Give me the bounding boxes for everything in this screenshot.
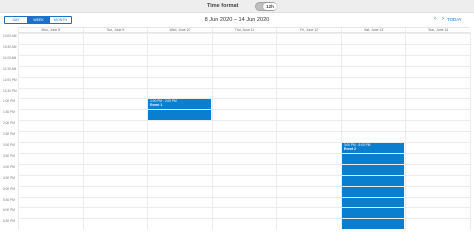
time-slot-label: 3:30 PM	[3, 153, 15, 158]
day-column-divider	[470, 33, 471, 230]
slot-gridline	[18, 76, 470, 78]
time-format-toggle[interactable]: 12h	[255, 2, 277, 11]
slot-gridline	[18, 174, 470, 176]
week-calendar: Mon, June 8 Tue, June 9 Wed, June 10 Thu…	[0, 27, 474, 230]
slot-gridline	[18, 196, 470, 198]
slot-gridline	[18, 33, 470, 34]
chevron-right-icon[interactable]: ›	[442, 16, 444, 23]
day-header: Tue, June 9	[82, 28, 148, 32]
today-button[interactable]: TODAY	[447, 16, 462, 23]
slot-gridline	[18, 152, 470, 154]
time-slot-label: 5:00 PM	[3, 186, 15, 191]
slot-gridline	[18, 207, 470, 209]
time-gutter: 10:00 AM 10:30 AM 11:00 AM 11:30 AM 12:00 PM…	[0, 33, 18, 230]
event-title: Event 2	[343, 147, 356, 151]
day-column-divider	[211, 33, 213, 230]
time-slot-label: 1:30 PM	[3, 110, 15, 115]
slot-gridline	[18, 218, 470, 220]
time-format-label: Time format	[207, 3, 239, 9]
time-slot-label: 12:30 PM	[3, 88, 17, 93]
time-grid[interactable]: 10:00 AM 10:30 AM 11:00 AM 11:30 AM 12:00 PM…	[0, 33, 474, 230]
time-slot-label: 1:00 PM	[3, 99, 15, 104]
time-format-toggle-knob: 12h	[263, 3, 277, 10]
day-header: Thu, June 11	[211, 28, 277, 32]
day-header: Sat, June 13	[340, 28, 406, 32]
view-week-button[interactable]: WEEK	[27, 17, 49, 23]
time-slot-label: 6:00 PM	[3, 208, 15, 213]
slot-gridline	[18, 185, 470, 187]
day-column-divider	[147, 33, 149, 230]
time-slot-label: 4:30 PM	[3, 175, 15, 180]
time-slot-label: 11:00 AM	[3, 55, 17, 60]
day-header: Sun, June 14	[405, 28, 470, 32]
slot-gridline	[18, 43, 470, 45]
slot-gridline	[18, 142, 470, 143]
time-slot-label: 5:30 PM	[3, 197, 15, 202]
view-switcher: DAY WEEK MONTH	[4, 16, 72, 24]
day-header: Fri, June 12	[276, 28, 341, 32]
time-slot-label: 2:30 PM	[3, 132, 15, 137]
day-column-divider	[18, 33, 19, 230]
time-slot-label: 12:00 PM	[3, 77, 17, 82]
slot-gridline	[18, 98, 470, 100]
time-slot-label: 11:30 AM	[3, 66, 17, 71]
time-slot-label: 4:00 PM	[3, 164, 15, 169]
top-bar: Time format 12h	[0, 0, 474, 13]
day-column-divider	[82, 33, 84, 230]
time-slot-label: 3:00 PM	[3, 143, 15, 147]
time-slot-label: 2:00 PM	[3, 121, 15, 126]
slot-gridline	[18, 109, 470, 111]
day-header: Wed, June 10	[147, 28, 212, 32]
view-month-button[interactable]: MONTH	[49, 17, 71, 23]
day-column-divider	[405, 33, 407, 230]
calendar-app: Time format 12h DAY WEEK MONTH 8 Jun 202…	[0, 0, 474, 230]
view-day-button[interactable]: DAY	[5, 17, 27, 23]
time-slot-label: 10:30 AM	[3, 44, 17, 49]
event-title: Event 1	[150, 103, 163, 108]
time-slot-label: 6:30 PM	[3, 219, 15, 224]
slot-gridline	[18, 163, 470, 165]
chevron-left-icon[interactable]: ‹	[434, 16, 436, 23]
slot-gridline	[18, 120, 470, 122]
slot-gridline	[18, 131, 470, 133]
slot-gridline	[18, 54, 470, 56]
day-header: Mon, June 8	[18, 28, 83, 32]
time-slot-label: 10:00 AM	[3, 34, 17, 38]
slot-gridline	[18, 87, 470, 89]
day-column-divider	[340, 33, 342, 230]
day-column-divider	[276, 33, 278, 230]
slot-gridline	[18, 65, 470, 67]
